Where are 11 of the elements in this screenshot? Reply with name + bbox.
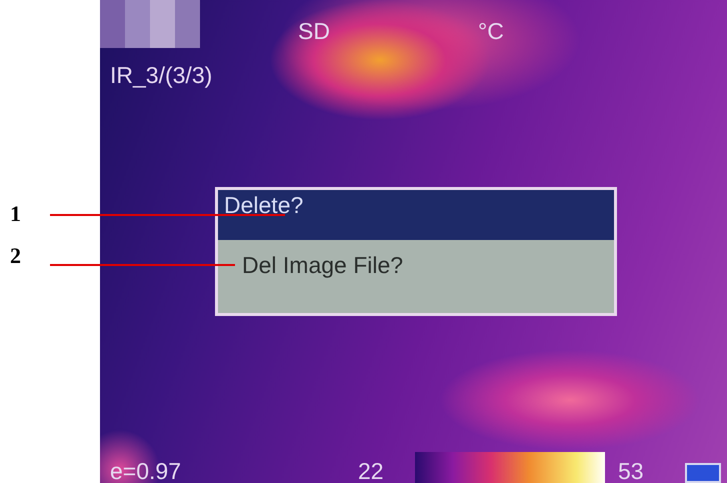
- unit-label: °C: [478, 20, 504, 43]
- emissivity-reading: e=0.97: [110, 460, 181, 483]
- scale-maximum: 53: [618, 460, 644, 483]
- file-name: IR_3/(3/3): [110, 64, 212, 87]
- callout-number: 2: [10, 245, 21, 267]
- scale-minimum: 22: [358, 460, 384, 483]
- callout-number: 1: [10, 203, 21, 225]
- dialog-title: Delete?: [218, 190, 614, 240]
- dialog-message: Del Image File?: [241, 251, 404, 280]
- square-icon: [685, 463, 721, 483]
- storage-indicator: SD: [298, 20, 330, 43]
